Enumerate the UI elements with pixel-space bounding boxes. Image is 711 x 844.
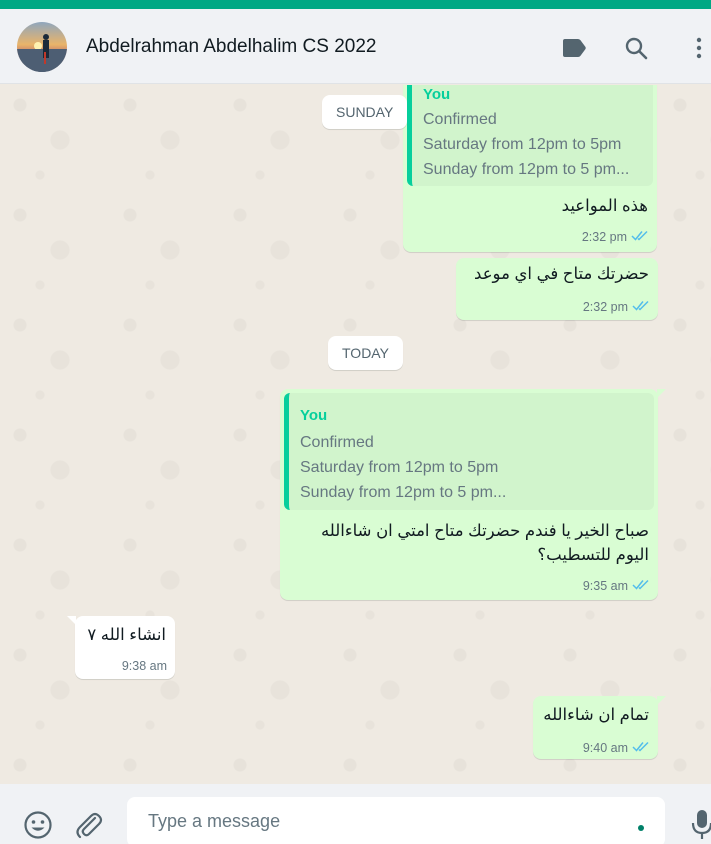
message-meta: 9:40 am bbox=[583, 739, 650, 757]
quote-line: Saturday from 12pm to 5pm bbox=[300, 459, 499, 476]
contact-name[interactable]: Abdelrahman Abdelhalim CS 2022 bbox=[86, 36, 376, 58]
bubble-tail bbox=[657, 696, 666, 705]
message-text: اليوم للتسطيب؟ bbox=[537, 546, 649, 564]
search-icon[interactable] bbox=[621, 33, 651, 63]
quote-line: Sunday from 12pm to 5 pm... bbox=[423, 161, 630, 178]
message-time: 2:32 pm bbox=[582, 300, 628, 314]
message-text: انشاء الله ٧ bbox=[87, 626, 166, 644]
menu-icon[interactable] bbox=[684, 33, 711, 63]
app-top-accent-bar bbox=[0, 0, 711, 9]
quote-author: You bbox=[300, 407, 328, 424]
message-bubble-outgoing[interactable]: تمام ان شاءالله 9:40 am bbox=[533, 696, 666, 759]
message-meta: 2:32 pm bbox=[583, 298, 650, 316]
attach-icon[interactable] bbox=[73, 809, 105, 841]
message-bubble-incoming[interactable]: انشاء الله ٧ 9:38 am bbox=[67, 616, 175, 679]
quote-author: You bbox=[423, 86, 451, 103]
message-time: 9:38 am bbox=[121, 659, 167, 673]
double-check-read-icon bbox=[632, 298, 650, 316]
chat-header[interactable]: Abdelrahman Abdelhalim CS 2022 bbox=[0, 9, 711, 84]
message-bubble-outgoing[interactable]: حضرتك متاح في اي موعد 2:32 pm bbox=[456, 258, 658, 320]
message-time: 9:40 am bbox=[582, 741, 628, 755]
date-separator: SUNDAY bbox=[322, 95, 408, 129]
message-text: حضرتك متاح في اي موعد bbox=[474, 265, 649, 283]
message-time: 2:32 pm bbox=[581, 230, 627, 244]
bubble-tail bbox=[67, 616, 76, 625]
quote-line: Confirmed bbox=[423, 111, 497, 128]
contact-avatar[interactable] bbox=[17, 22, 67, 72]
message-composer bbox=[0, 784, 711, 844]
message-input-container[interactable] bbox=[127, 797, 665, 844]
message-text: صباح الخير يا فندم حضرتك متاح امتي ان شا… bbox=[320, 522, 649, 540]
quoted-message[interactable]: You Confirmed Saturday from 12pm to 5pm … bbox=[407, 85, 653, 186]
status-dot bbox=[638, 825, 644, 831]
chat-messages-pane[interactable]: You Confirmed Saturday from 12pm to 5pm … bbox=[0, 85, 711, 783]
double-check-read-icon bbox=[632, 577, 650, 595]
double-check-read-icon bbox=[632, 739, 650, 757]
date-separator: TODAY bbox=[328, 336, 403, 370]
double-check-read-icon bbox=[631, 228, 649, 246]
message-bubble-outgoing[interactable]: You Confirmed Saturday from 12pm to 5pm … bbox=[280, 389, 666, 600]
quoted-message[interactable]: You Confirmed Saturday from 12pm to 5pm … bbox=[284, 393, 654, 510]
message-meta: 9:35 am bbox=[583, 577, 650, 595]
quote-line: Confirmed bbox=[300, 434, 374, 451]
message-bubble-outgoing[interactable]: You Confirmed Saturday from 12pm to 5pm … bbox=[403, 85, 657, 252]
quote-line: Sunday from 12pm to 5 pm... bbox=[300, 484, 507, 501]
message-text: هذه المواعيد bbox=[561, 197, 648, 215]
message-input[interactable] bbox=[148, 811, 628, 832]
message-meta: 2:32 pm bbox=[582, 228, 649, 246]
message-time: 9:35 am bbox=[582, 579, 628, 593]
message-meta: 9:38 am bbox=[122, 659, 167, 673]
microphone-icon[interactable] bbox=[686, 808, 711, 840]
emoji-icon[interactable] bbox=[22, 809, 54, 841]
label-icon[interactable] bbox=[559, 33, 589, 63]
message-text: تمام ان شاءالله bbox=[543, 706, 649, 724]
bubble-tail bbox=[657, 389, 666, 398]
quote-line: Saturday from 12pm to 5pm bbox=[423, 136, 622, 153]
